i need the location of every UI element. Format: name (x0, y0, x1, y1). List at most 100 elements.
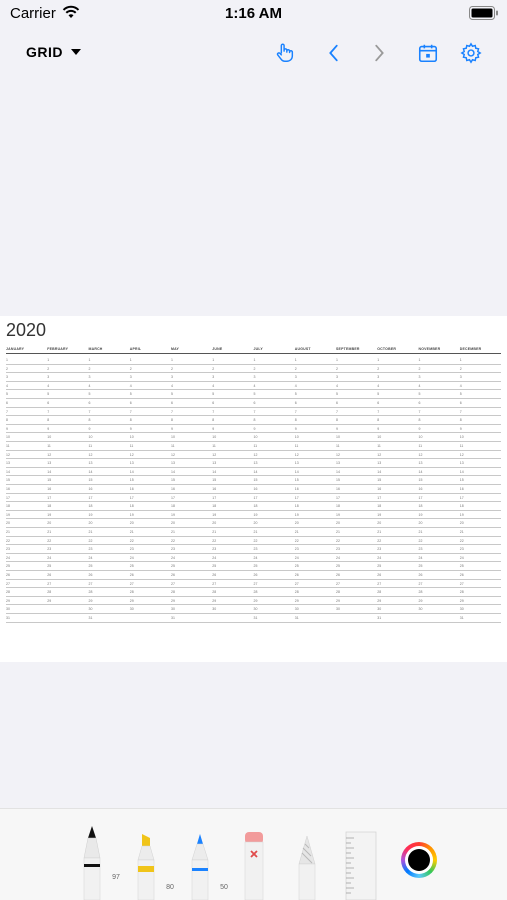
day-number: 23 (171, 547, 175, 552)
day-number: 15 (171, 478, 175, 483)
calendar-sheet[interactable]: 2020 JANUARY FEBRUARY MARCH APRIL MAY JUNE JUL… (0, 316, 507, 662)
marker-tool[interactable]: 80 (134, 832, 174, 900)
day-number: 9 (418, 426, 421, 431)
day-number: 8 (459, 418, 462, 423)
day-number: 23 (459, 547, 464, 552)
day-number: 30 (88, 607, 93, 612)
day-number: 7 (377, 409, 380, 414)
day-number: 10 (129, 435, 134, 440)
day-number: 16 (377, 487, 382, 491)
day-number: 28 (47, 590, 52, 595)
day-number: 20 (88, 521, 93, 526)
day-number: 17 (377, 495, 382, 500)
day-number: 21 (377, 530, 382, 534)
day-number: 17 (418, 495, 423, 500)
day-number: 26 (171, 573, 175, 577)
day-number: 8 (129, 418, 132, 423)
day-number: 7 (294, 409, 297, 414)
day-number: 22 (129, 538, 134, 543)
day-number: 30 (294, 607, 299, 612)
day-number: 9 (294, 426, 297, 431)
day-number: 3 (253, 375, 256, 380)
day-number: 12 (418, 452, 423, 457)
day-number: 6 (88, 401, 91, 405)
calendar-icon[interactable] (415, 40, 441, 66)
day-number: 11 (253, 444, 258, 448)
ruler-tool[interactable] (344, 830, 378, 900)
day-number: 15 (336, 478, 340, 483)
grid-menu-button[interactable]: GRID (26, 44, 81, 60)
day-number: 28 (6, 590, 10, 595)
day-number: 30 (212, 607, 217, 612)
day-number: 26 (336, 573, 340, 577)
day-number: 16 (6, 487, 10, 491)
day-row: 31 31 31 31 31 31 31 (6, 614, 501, 623)
day-number: 15 (253, 478, 258, 483)
day-number: 29 (6, 598, 10, 603)
pencil-icon (298, 835, 316, 900)
day-number: 17 (336, 495, 340, 500)
day-number: 20 (294, 521, 299, 526)
pen-tool[interactable]: 97 (80, 824, 120, 900)
day-number: 31 (294, 616, 299, 620)
sheet-year: 2020 (6, 320, 47, 340)
day-row: 11 11 11 11 11 11 11 11 11 11 11 11 (6, 442, 501, 451)
color-picker-button[interactable] (401, 842, 437, 878)
day-number: 7 (47, 409, 50, 414)
day-number: 8 (171, 418, 173, 423)
day-number: 6 (459, 401, 462, 405)
day-number: 16 (253, 487, 258, 491)
chevron-left-icon[interactable] (321, 40, 347, 66)
day-number: 22 (253, 538, 258, 543)
day-number: 3 (459, 375, 462, 380)
day-number: 16 (336, 487, 340, 491)
day-number: 16 (294, 487, 299, 491)
day-number: 15 (294, 478, 299, 483)
day-number: 26 (6, 573, 10, 577)
month-label: JULY (253, 347, 263, 351)
day-number: 6 (294, 401, 297, 405)
eraser-tool[interactable] (242, 830, 266, 900)
day-number: 10 (253, 435, 258, 440)
day-row: 30 30 30 30 30 30 30 30 30 30 30 (6, 605, 501, 614)
day-number: 16 (47, 487, 52, 491)
day-number: 28 (418, 590, 423, 595)
day-number: 27 (294, 581, 299, 586)
day-number: 25 (294, 564, 299, 569)
day-number: 14 (129, 469, 134, 474)
pencil-tool[interactable] (295, 834, 319, 900)
day-number: 6 (336, 401, 338, 405)
month-label: SEPTEMBER (336, 347, 360, 351)
day-row: 6 6 6 6 6 6 6 6 6 6 6 6 (6, 399, 501, 408)
day-number: 26 (47, 573, 52, 577)
day-number: 5 (212, 392, 215, 397)
day-number: 13 (418, 461, 423, 466)
hand-pointer-icon[interactable] (272, 40, 298, 66)
day-number: 7 (336, 409, 338, 414)
day-number: 22 (377, 538, 382, 543)
day-number: 26 (129, 573, 134, 577)
day-number: 10 (47, 435, 52, 440)
day-number: 22 (418, 538, 423, 543)
current-color-swatch (408, 849, 430, 871)
day-number: 21 (88, 530, 93, 534)
day-number: 12 (47, 452, 52, 457)
day-number: 13 (47, 461, 52, 466)
day-number: 9 (459, 426, 462, 431)
day-number: 17 (171, 495, 175, 500)
day-number: 14 (212, 469, 217, 474)
fineliner-tool[interactable]: 50 (188, 832, 228, 900)
day-number: 26 (377, 573, 382, 577)
gear-icon[interactable] (458, 40, 484, 66)
day-number: 1 (459, 358, 462, 362)
day-number: 5 (418, 392, 421, 397)
day-number: 13 (336, 461, 340, 466)
day-row: 5 5 5 5 5 5 5 5 5 5 5 5 (6, 390, 501, 399)
day-number: 16 (212, 487, 217, 491)
chevron-right-icon[interactable] (366, 40, 392, 66)
day-number: 11 (377, 444, 381, 448)
day-number: 11 (171, 444, 175, 448)
day-number: 23 (294, 547, 299, 552)
caret-down-icon (71, 49, 81, 55)
day-number: 25 (171, 564, 175, 569)
